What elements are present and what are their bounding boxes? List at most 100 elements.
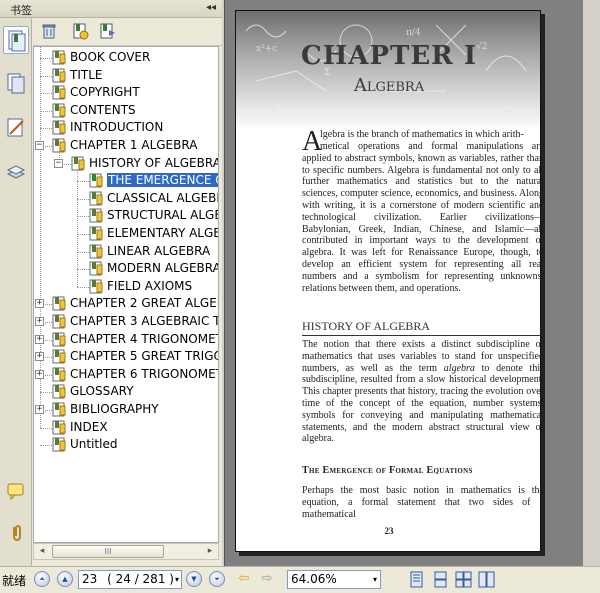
scroll-thumb[interactable]: III bbox=[52, 545, 164, 558]
bookmark-label: CHAPTER 2 GREAT ALGEBI bbox=[70, 296, 219, 311]
document-view[interactable]: x²+c Σ √2 π/4 ∫ = CHAPTER I Algebra A lg… bbox=[224, 0, 600, 566]
bookmark-icon bbox=[52, 420, 66, 435]
bookmark-label: COPYRIGHT bbox=[70, 85, 140, 100]
page-number-field[interactable]: 23 ( 24 / 281 ) ▾ bbox=[78, 570, 182, 589]
tree-expander[interactable]: + bbox=[35, 369, 44, 379]
bookmark-icon bbox=[52, 367, 66, 382]
tree-expander[interactable]: + bbox=[35, 352, 44, 362]
collapse-panel-icon[interactable]: ◂◂ bbox=[206, 2, 216, 13]
side-tab-strip bbox=[0, 18, 32, 566]
continuous-facing-icon[interactable] bbox=[478, 571, 495, 588]
tree-expander[interactable]: + bbox=[35, 334, 44, 344]
back-icon[interactable]: ⇦ bbox=[236, 571, 252, 587]
bookmark-label: MODERN ALGEBRA bbox=[107, 261, 219, 276]
bookmark-item[interactable]: CHAPTER 4 TRIGONOMETR bbox=[52, 331, 218, 348]
bookmark-label: CONTENTS bbox=[70, 102, 136, 117]
pages-tab-icon[interactable] bbox=[3, 70, 29, 98]
go-to-bookmark-icon[interactable] bbox=[99, 22, 119, 42]
next-page-icon[interactable]: ▼ bbox=[186, 571, 202, 587]
chapter-title: CHAPTER I bbox=[301, 41, 477, 71]
bookmark-item[interactable]: ELEMENTARY ALGE bbox=[89, 225, 219, 242]
bookmarks-tab-icon[interactable] bbox=[3, 26, 29, 54]
bookmark-label: THE EMERGENCE OF bbox=[107, 173, 218, 188]
bookmark-label: ELEMENTARY ALGE bbox=[107, 226, 219, 240]
bookmark-item[interactable]: MODERN ALGEBRA bbox=[89, 260, 219, 277]
bookmark-item[interactable]: Untitled bbox=[52, 436, 117, 453]
tree-branch-line bbox=[77, 269, 89, 271]
bookmark-item[interactable]: GLOSSARY bbox=[52, 383, 134, 400]
bookmark-label: FIELD AXIOMS bbox=[107, 278, 193, 293]
delete-bookmark-icon[interactable] bbox=[40, 22, 60, 42]
bookmark-icon bbox=[89, 173, 103, 188]
previous-page-icon[interactable]: ▲ bbox=[57, 571, 73, 587]
zoom-dropdown-icon[interactable]: ▾ bbox=[373, 571, 377, 588]
bookmark-item[interactable]: STRUCTURAL ALGEI bbox=[89, 207, 219, 224]
tree-expander[interactable]: − bbox=[35, 141, 44, 150]
bookmark-item[interactable]: COPYRIGHT bbox=[52, 84, 140, 101]
bookmark-label: CHAPTER 5 GREAT TRIGOI bbox=[70, 349, 219, 364]
tree-branch-line bbox=[77, 216, 89, 218]
bookmark-item[interactable]: CHAPTER 1 ALGEBRA bbox=[52, 137, 197, 154]
bookmark-item[interactable]: CONTENTS bbox=[52, 102, 136, 119]
horizontal-scrollbar[interactable]: ◂ III ▸ bbox=[33, 543, 219, 560]
tree-branch-line bbox=[40, 110, 52, 112]
comments-icon[interactable] bbox=[3, 478, 29, 506]
bookmark-item[interactable]: BIBLIOGRAPHY bbox=[52, 401, 159, 418]
bookmark-icon bbox=[52, 85, 66, 100]
continuous-icon[interactable] bbox=[432, 571, 449, 588]
heading-emergence: The Emergence of Formal Equations bbox=[302, 465, 473, 476]
tree-branch-line bbox=[40, 427, 52, 429]
tree-expander[interactable]: + bbox=[35, 317, 44, 326]
bookmark-icon bbox=[52, 138, 66, 153]
attachments-icon[interactable] bbox=[3, 520, 29, 548]
forward-icon[interactable]: ⇨ bbox=[259, 571, 275, 587]
annotations-tab-icon[interactable] bbox=[3, 114, 29, 142]
bookmark-icon bbox=[52, 314, 66, 329]
page-dropdown-icon[interactable]: ▾ bbox=[175, 571, 179, 588]
bookmark-label: INDEX bbox=[70, 419, 108, 434]
bookmark-item[interactable]: CHAPTER 2 GREAT ALGEBI bbox=[52, 295, 219, 312]
first-page-icon[interactable]: ⏶ bbox=[34, 571, 50, 587]
bookmark-label: BOOK COVER bbox=[70, 50, 151, 64]
bookmark-icon bbox=[89, 208, 103, 223]
bookmark-item[interactable]: HISTORY OF ALGEBRA bbox=[71, 155, 218, 172]
tree-branch-line bbox=[40, 75, 52, 77]
last-page-icon[interactable]: ⏷ bbox=[209, 571, 225, 587]
bookmark-label: STRUCTURAL ALGEI bbox=[107, 208, 219, 223]
facing-icon[interactable] bbox=[455, 571, 472, 588]
tree-branch-line bbox=[40, 58, 52, 59]
bookmark-item[interactable]: THE EMERGENCE OF bbox=[89, 172, 218, 189]
chapter-header-background: x²+c Σ √2 π/4 ∫ = bbox=[236, 11, 540, 131]
current-page-value[interactable]: 23 bbox=[82, 572, 97, 586]
tree-expander[interactable]: + bbox=[35, 299, 44, 309]
zoom-field[interactable]: 64.06% ▾ bbox=[287, 570, 381, 589]
tree-expander[interactable]: − bbox=[54, 158, 63, 168]
scroll-right-button[interactable]: ▸ bbox=[202, 544, 218, 559]
bookmark-label: CHAPTER 3 ALGEBRAIC TE bbox=[70, 314, 219, 328]
new-bookmark-icon[interactable] bbox=[71, 22, 91, 42]
bookmark-icon bbox=[71, 156, 85, 171]
bookmark-icon bbox=[52, 50, 66, 65]
bookmark-item[interactable]: INTRODUCTION bbox=[52, 119, 163, 136]
bookmark-item[interactable]: LINEAR ALGEBRA bbox=[89, 243, 210, 260]
zoom-value[interactable]: 64.06% bbox=[291, 572, 337, 586]
bookmark-item[interactable]: CHAPTER 3 ALGEBRAIC TE bbox=[52, 313, 219, 330]
bookmark-item[interactable]: INDEX bbox=[52, 419, 108, 436]
bookmark-label: LINEAR ALGEBRA bbox=[107, 243, 211, 258]
bookmark-item[interactable]: CHAPTER 6 TRIGONOMETR bbox=[52, 366, 218, 383]
bookmark-item[interactable]: CLASSICAL ALGEBRA bbox=[89, 190, 218, 207]
bookmark-item[interactable]: FIELD AXIOMS bbox=[89, 278, 192, 295]
single-page-icon[interactable] bbox=[408, 571, 425, 588]
bookmark-item[interactable]: BOOK COVER bbox=[52, 49, 150, 66]
tree-expander[interactable]: + bbox=[35, 405, 44, 414]
bookmark-item[interactable]: TITLE bbox=[52, 67, 102, 84]
vertical-scrollbar[interactable] bbox=[583, 0, 600, 566]
bookmark-item[interactable]: CHAPTER 5 GREAT TRIGOI bbox=[52, 348, 219, 365]
scroll-left-button[interactable]: ◂ bbox=[34, 544, 50, 559]
bookmark-label: GLOSSARY bbox=[70, 384, 134, 399]
bookmark-icon bbox=[52, 402, 66, 417]
tree-branch-line bbox=[77, 181, 89, 183]
layers-tab-icon[interactable] bbox=[3, 158, 29, 186]
bookmark-toolbar bbox=[33, 18, 222, 46]
page-number: 23 bbox=[384, 526, 394, 536]
